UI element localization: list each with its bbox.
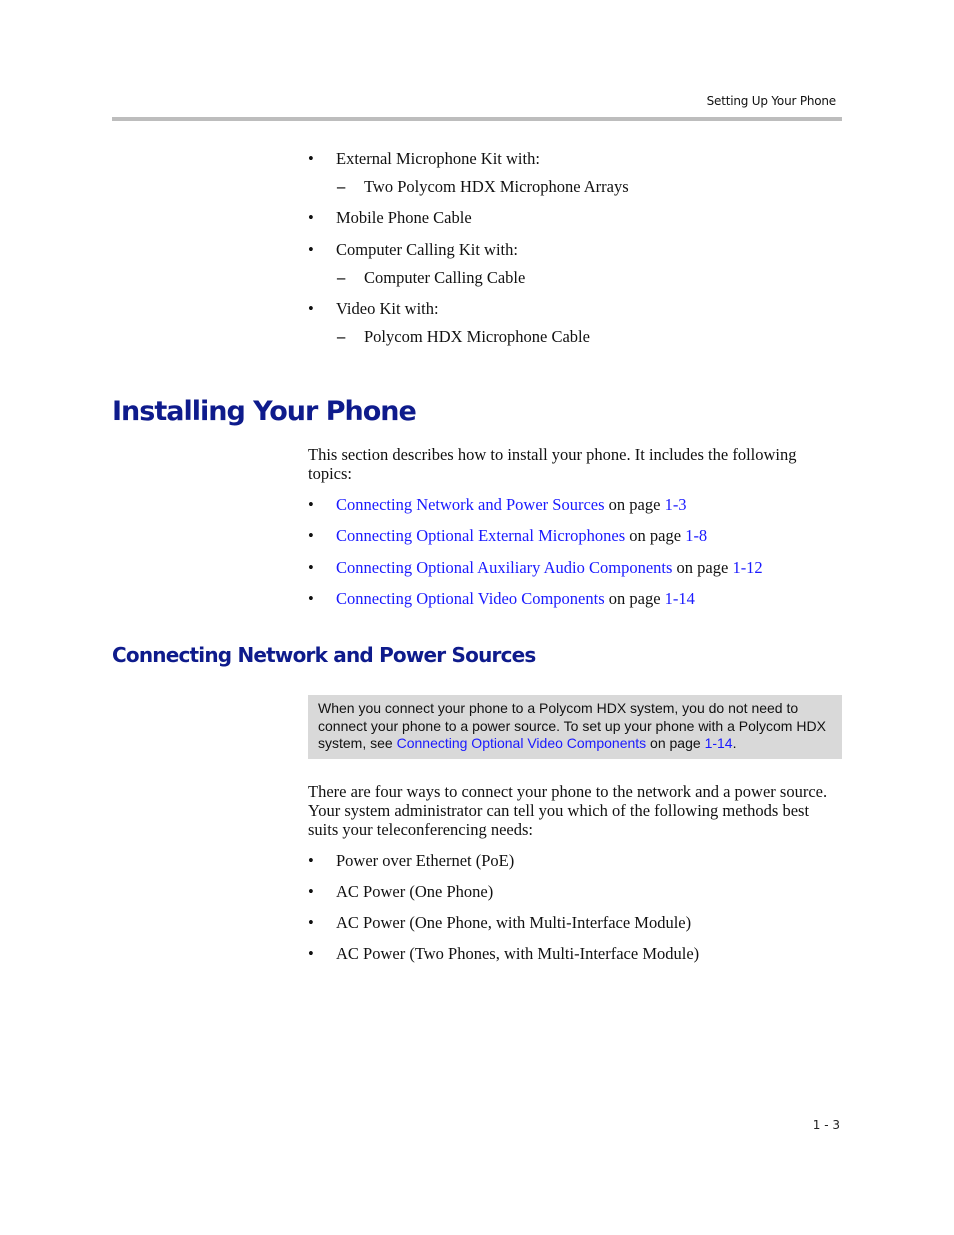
bullet-icon: • bbox=[308, 526, 314, 545]
on-page-text: on page bbox=[625, 526, 686, 545]
list-item: • Computer Calling Kit with: bbox=[308, 240, 629, 268]
list-item: • Mobile Phone Cable bbox=[308, 208, 629, 240]
topic-link[interactable]: Connecting Network and Power Sources bbox=[336, 495, 605, 514]
method-item: • AC Power (Two Phones, with Multi-Inter… bbox=[308, 944, 699, 964]
bullet-icon: • bbox=[308, 913, 314, 932]
intro-paragraph: This section describes how to install yo… bbox=[308, 445, 797, 483]
topic-item: • Connecting Optional External Microphon… bbox=[308, 526, 763, 558]
page-number: 1 - 3 bbox=[812, 1118, 840, 1132]
dash-icon: – bbox=[337, 327, 346, 346]
method-item: • AC Power (One Phone, with Multi-Interf… bbox=[308, 913, 699, 944]
bullet-icon: • bbox=[308, 851, 314, 870]
topic-item: • Connecting Optional Auxiliary Audio Co… bbox=[308, 558, 763, 589]
bullet-icon: • bbox=[308, 882, 314, 901]
page-link[interactable]: 1-8 bbox=[685, 526, 707, 545]
bullet-icon: • bbox=[308, 208, 314, 227]
dash-icon: – bbox=[337, 177, 346, 196]
topic-item: • Connecting Optional Video Components o… bbox=[308, 589, 763, 609]
sub-item-label: Computer Calling Cable bbox=[364, 268, 526, 287]
topics-list: • Connecting Network and Power Sources o… bbox=[308, 495, 763, 609]
topic-item: • Connecting Network and Power Sources o… bbox=[308, 495, 763, 526]
note-link[interactable]: Connecting Optional Video Components bbox=[397, 735, 647, 751]
running-header: Setting Up Your Phone bbox=[706, 94, 837, 108]
sub-list-item: – Computer Calling Cable bbox=[308, 268, 629, 299]
note-on-page: on page bbox=[646, 735, 705, 751]
method-label: AC Power (One Phone, with Multi-Interfac… bbox=[336, 913, 692, 932]
list-item-label: Mobile Phone Cable bbox=[336, 208, 472, 227]
method-label: AC Power (One Phone) bbox=[336, 882, 494, 901]
sub-item-label: Polycom HDX Microphone Cable bbox=[364, 327, 590, 346]
sub-item-label: Two Polycom HDX Microphone Arrays bbox=[364, 177, 629, 196]
dash-icon: – bbox=[337, 268, 346, 287]
topic-link[interactable]: Connecting Optional External Microphones bbox=[336, 526, 625, 545]
note-end: . bbox=[732, 735, 737, 751]
on-page-text: on page bbox=[672, 558, 733, 577]
sub-list-item: – Polycom HDX Microphone Cable bbox=[308, 327, 629, 347]
topic-link[interactable]: Connecting Optional Auxiliary Audio Comp… bbox=[336, 558, 672, 577]
list-item-label: Video Kit with: bbox=[336, 299, 439, 318]
bullet-icon: • bbox=[308, 495, 314, 514]
topic-link[interactable]: Connecting Optional Video Components bbox=[336, 589, 605, 608]
note-page-link[interactable]: 1-14 bbox=[705, 735, 733, 751]
section-heading-connecting: Connecting Network and Power Sources bbox=[112, 643, 536, 667]
method-label: Power over Ethernet (PoE) bbox=[336, 851, 515, 870]
bullet-icon: • bbox=[308, 149, 314, 168]
list-item: • Video Kit with: bbox=[308, 299, 629, 327]
bullet-icon: • bbox=[308, 558, 314, 577]
page-link[interactable]: 1-3 bbox=[665, 495, 687, 514]
method-label: AC Power (Two Phones, with Multi-Interfa… bbox=[336, 944, 700, 963]
list-item-label: External Microphone Kit with: bbox=[336, 149, 540, 168]
list-item: • External Microphone Kit with: bbox=[308, 149, 629, 177]
body-paragraph: There are four ways to connect your phon… bbox=[308, 782, 828, 839]
bullet-icon: • bbox=[308, 240, 314, 259]
method-item: • Power over Ethernet (PoE) bbox=[308, 851, 699, 882]
method-item: • AC Power (One Phone) bbox=[308, 882, 699, 913]
methods-list: • Power over Ethernet (PoE) • AC Power (… bbox=[308, 851, 699, 964]
page-link[interactable]: 1-14 bbox=[665, 589, 695, 608]
section-heading-installing: Installing Your Phone bbox=[112, 396, 417, 427]
bullet-icon: • bbox=[308, 589, 314, 608]
list-item-label: Computer Calling Kit with: bbox=[336, 240, 518, 259]
sub-list-item: – Two Polycom HDX Microphone Arrays bbox=[308, 177, 629, 208]
on-page-text: on page bbox=[604, 495, 665, 514]
note-box: When you connect your phone to a Polycom… bbox=[308, 695, 842, 759]
bullet-icon: • bbox=[308, 944, 314, 963]
kit-list: • External Microphone Kit with: – Two Po… bbox=[308, 149, 629, 347]
page-link[interactable]: 1-12 bbox=[732, 558, 762, 577]
bullet-icon: • bbox=[308, 299, 314, 318]
header-rule bbox=[112, 117, 842, 121]
on-page-text: on page bbox=[604, 589, 665, 608]
